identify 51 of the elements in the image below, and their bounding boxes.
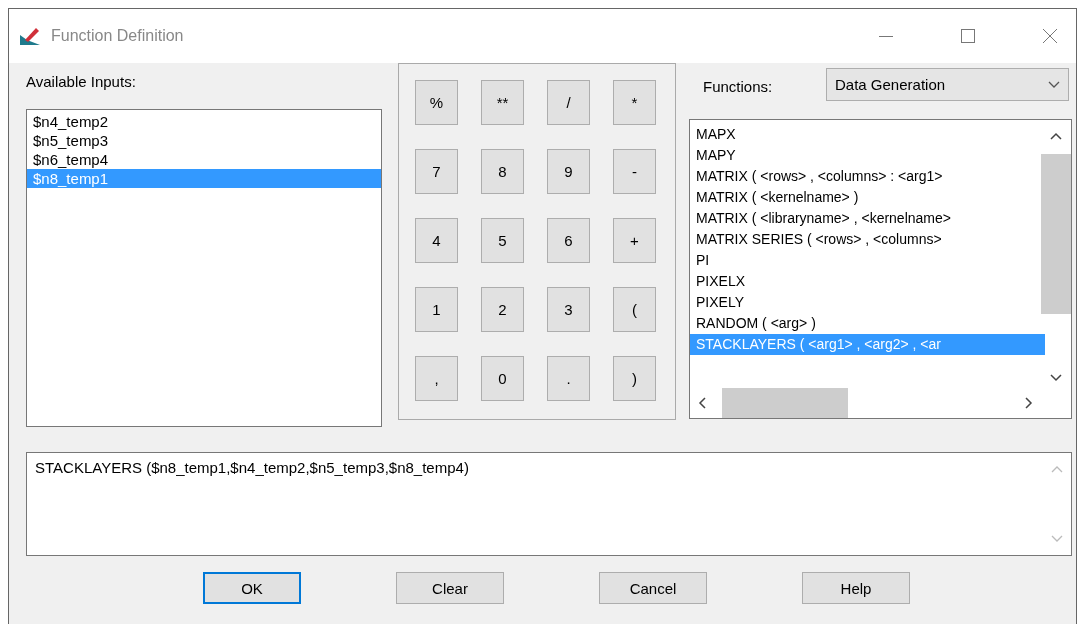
scroll-right-icon[interactable] xyxy=(1025,397,1033,409)
function-item[interactable]: PIXELX xyxy=(690,271,1045,292)
keypad-key[interactable]: 7 xyxy=(415,149,458,194)
keypad-key[interactable]: - xyxy=(613,149,656,194)
keypad-key[interactable]: * xyxy=(613,80,656,125)
keypad-key[interactable]: . xyxy=(547,356,590,401)
keypad-key[interactable]: , xyxy=(415,356,458,401)
input-item[interactable]: $n4_temp2 xyxy=(27,112,381,131)
keypad-key[interactable]: ) xyxy=(613,356,656,401)
dialog-button[interactable]: Cancel xyxy=(599,572,707,604)
keypad-key[interactable]: 2 xyxy=(481,287,524,332)
scroll-down-icon[interactable] xyxy=(1050,374,1062,382)
chevron-down-icon xyxy=(1048,80,1060,89)
close-icon[interactable] xyxy=(1042,28,1058,44)
function-item[interactable]: MAPX xyxy=(690,124,1045,145)
dialog-button[interactable]: Clear xyxy=(396,572,504,604)
keypad-key[interactable]: 4 xyxy=(415,218,458,263)
input-item[interactable]: $n5_temp3 xyxy=(27,131,381,150)
window-title: Function Definition xyxy=(51,27,184,45)
dialog-button[interactable]: OK xyxy=(203,572,301,604)
function-item[interactable]: MATRIX SERIES ( <rows> , <columns> xyxy=(690,229,1045,250)
keypad-key[interactable]: 5 xyxy=(481,218,524,263)
functions-list[interactable] xyxy=(689,119,1072,419)
scroll-left-icon[interactable] xyxy=(698,397,706,409)
keypad-key[interactable]: 0 xyxy=(481,356,524,401)
function-item[interactable]: RANDOM ( <arg> ) xyxy=(690,313,1045,334)
keypad-key[interactable]: 3 xyxy=(547,287,590,332)
input-item[interactable]: $n6_temp4 xyxy=(27,150,381,169)
scroll-up-icon[interactable] xyxy=(1050,132,1062,140)
keypad-key[interactable]: ** xyxy=(481,80,524,125)
dialog-button[interactable]: Help xyxy=(802,572,910,604)
inputs-label: Available Inputs: xyxy=(26,73,137,92)
keypad-key[interactable]: ( xyxy=(613,287,656,332)
pencil-chart-icon xyxy=(19,26,41,46)
function-item[interactable]: PIXELY xyxy=(690,292,1045,313)
keypad-key[interactable]: + xyxy=(613,218,656,263)
keypad-key[interactable]: 6 xyxy=(547,218,590,263)
functions-label: Functions: xyxy=(703,78,774,97)
inputs-list[interactable]: $n4_temp2 $n5_temp3 $n6_temp4 $n8_temp1 xyxy=(26,109,382,427)
maximize-icon[interactable] xyxy=(960,28,976,44)
keypad-key[interactable]: / xyxy=(547,80,590,125)
function-item[interactable]: MATRIX ( <kernelname> ) xyxy=(690,187,1045,208)
function-item[interactable]: MATRIX ( <libraryname> , <kernelname> xyxy=(690,208,1045,229)
keypad-key[interactable]: 9 xyxy=(547,149,590,194)
keypad-key[interactable]: % xyxy=(415,80,458,125)
category-dropdown[interactable]: Data Generation xyxy=(826,68,1069,101)
function-item[interactable]: MATRIX ( <rows> , <columns> : <arg1> xyxy=(690,166,1045,187)
function-item[interactable]: PI xyxy=(690,250,1045,271)
keypad-key[interactable]: 8 xyxy=(481,149,524,194)
function-item[interactable]: MAPY xyxy=(690,145,1045,166)
keypad-key[interactable]: 1 xyxy=(415,287,458,332)
